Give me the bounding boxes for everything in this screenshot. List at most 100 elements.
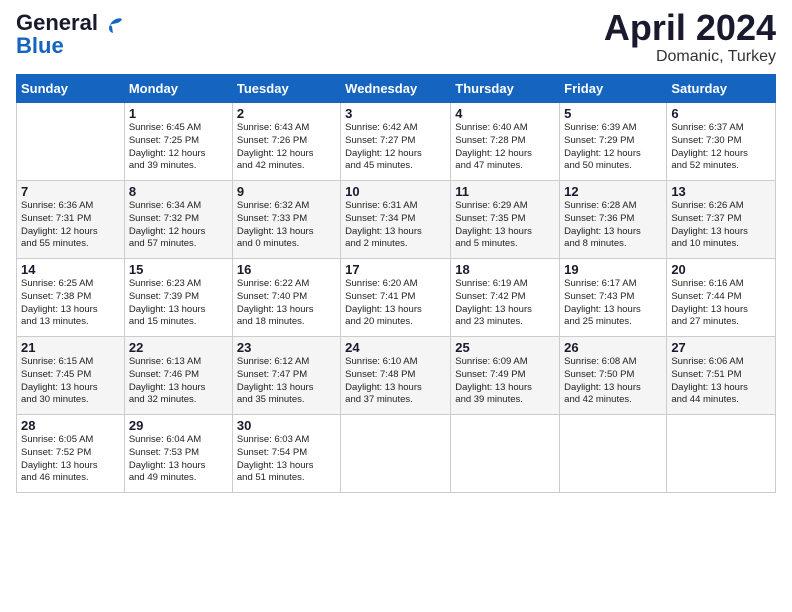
week-row-5: 28Sunrise: 6:05 AMSunset: 7:52 PMDayligh… xyxy=(17,415,776,493)
calendar-table: Sunday Monday Tuesday Wednesday Thursday… xyxy=(16,74,776,493)
calendar-cell: 25Sunrise: 6:09 AMSunset: 7:49 PMDayligh… xyxy=(451,337,560,415)
day-number: 18 xyxy=(455,262,555,277)
cell-line: and 42 minutes. xyxy=(237,160,336,173)
day-number: 27 xyxy=(671,340,771,355)
cell-line: and 49 minutes. xyxy=(129,472,228,485)
calendar-cell: 29Sunrise: 6:04 AMSunset: 7:53 PMDayligh… xyxy=(124,415,232,493)
day-number: 25 xyxy=(455,340,555,355)
cell-line: Daylight: 13 hours xyxy=(237,382,336,395)
cell-line: Daylight: 13 hours xyxy=(564,382,662,395)
day-number: 5 xyxy=(564,106,662,121)
day-number: 15 xyxy=(129,262,228,277)
cell-line: Daylight: 13 hours xyxy=(21,382,120,395)
cell-line: Sunrise: 6:08 AM xyxy=(564,356,662,369)
calendar-cell: 12Sunrise: 6:28 AMSunset: 7:36 PMDayligh… xyxy=(560,181,667,259)
cell-line: Sunrise: 6:31 AM xyxy=(345,200,446,213)
cell-line: Daylight: 13 hours xyxy=(129,382,228,395)
day-number: 17 xyxy=(345,262,446,277)
cell-line: Sunset: 7:46 PM xyxy=(129,369,228,382)
cell-line: Daylight: 13 hours xyxy=(671,304,771,317)
cell-line: Sunrise: 6:45 AM xyxy=(129,122,228,135)
calendar-cell: 16Sunrise: 6:22 AMSunset: 7:40 PMDayligh… xyxy=(232,259,340,337)
col-thursday: Thursday xyxy=(451,75,560,103)
cell-line: and 23 minutes. xyxy=(455,316,555,329)
cell-line: Sunset: 7:38 PM xyxy=(21,291,120,304)
cell-line: Sunrise: 6:28 AM xyxy=(564,200,662,213)
week-row-2: 7Sunrise: 6:36 AMSunset: 7:31 PMDaylight… xyxy=(17,181,776,259)
calendar-cell xyxy=(17,103,125,181)
day-number: 9 xyxy=(237,184,336,199)
month-title: April 2024 xyxy=(604,10,776,46)
day-number: 14 xyxy=(21,262,120,277)
calendar-body: 1Sunrise: 6:45 AMSunset: 7:25 PMDaylight… xyxy=(17,103,776,493)
cell-line: and 18 minutes. xyxy=(237,316,336,329)
calendar-cell: 22Sunrise: 6:13 AMSunset: 7:46 PMDayligh… xyxy=(124,337,232,415)
calendar-cell xyxy=(667,415,776,493)
cell-line: Sunset: 7:47 PM xyxy=(237,369,336,382)
cell-line: and 55 minutes. xyxy=(21,238,120,251)
cell-line: and 27 minutes. xyxy=(671,316,771,329)
calendar-cell: 13Sunrise: 6:26 AMSunset: 7:37 PMDayligh… xyxy=(667,181,776,259)
cell-line: Daylight: 13 hours xyxy=(237,226,336,239)
day-number: 24 xyxy=(345,340,446,355)
cell-line: Daylight: 12 hours xyxy=(455,148,555,161)
header-row: Sunday Monday Tuesday Wednesday Thursday… xyxy=(17,75,776,103)
cell-line: and 30 minutes. xyxy=(21,394,120,407)
cell-line: Sunset: 7:28 PM xyxy=(455,135,555,148)
cell-line: Daylight: 13 hours xyxy=(671,382,771,395)
calendar-cell xyxy=(341,415,451,493)
day-number: 8 xyxy=(129,184,228,199)
cell-line: and 47 minutes. xyxy=(455,160,555,173)
cell-line: Daylight: 12 hours xyxy=(21,226,120,239)
cell-line: Sunrise: 6:10 AM xyxy=(345,356,446,369)
day-number: 3 xyxy=(345,106,446,121)
cell-line: Daylight: 13 hours xyxy=(455,304,555,317)
calendar-cell: 26Sunrise: 6:08 AMSunset: 7:50 PMDayligh… xyxy=(560,337,667,415)
cell-line: Sunset: 7:34 PM xyxy=(345,213,446,226)
header: General Blue April 2024 Domanic, Turkey xyxy=(16,10,776,66)
cell-line: Daylight: 13 hours xyxy=(129,460,228,473)
cell-line: Daylight: 12 hours xyxy=(129,226,228,239)
cell-line: Daylight: 12 hours xyxy=(671,148,771,161)
week-row-1: 1Sunrise: 6:45 AMSunset: 7:25 PMDaylight… xyxy=(17,103,776,181)
cell-line: Sunset: 7:44 PM xyxy=(671,291,771,304)
calendar-cell: 15Sunrise: 6:23 AMSunset: 7:39 PMDayligh… xyxy=(124,259,232,337)
cell-line: Daylight: 12 hours xyxy=(237,148,336,161)
calendar-cell: 28Sunrise: 6:05 AMSunset: 7:52 PMDayligh… xyxy=(17,415,125,493)
cell-line: Sunrise: 6:37 AM xyxy=(671,122,771,135)
cell-line: and 5 minutes. xyxy=(455,238,555,251)
title-section: April 2024 Domanic, Turkey xyxy=(604,10,776,66)
cell-line: Daylight: 13 hours xyxy=(671,226,771,239)
cell-line: Sunrise: 6:43 AM xyxy=(237,122,336,135)
cell-line: Sunrise: 6:12 AM xyxy=(237,356,336,369)
week-row-3: 14Sunrise: 6:25 AMSunset: 7:38 PMDayligh… xyxy=(17,259,776,337)
day-number: 30 xyxy=(237,418,336,433)
calendar-cell: 14Sunrise: 6:25 AMSunset: 7:38 PMDayligh… xyxy=(17,259,125,337)
cell-line: Sunrise: 6:17 AM xyxy=(564,278,662,291)
cell-line: Sunrise: 6:13 AM xyxy=(129,356,228,369)
logo-general: General xyxy=(16,10,98,35)
cell-line: Sunset: 7:53 PM xyxy=(129,447,228,460)
cell-line: Daylight: 13 hours xyxy=(237,460,336,473)
cell-line: Sunrise: 6:22 AM xyxy=(237,278,336,291)
cell-line: Sunset: 7:36 PM xyxy=(564,213,662,226)
day-number: 23 xyxy=(237,340,336,355)
cell-line: and 39 minutes. xyxy=(455,394,555,407)
day-number: 20 xyxy=(671,262,771,277)
cell-line: Sunrise: 6:36 AM xyxy=(21,200,120,213)
calendar-cell: 23Sunrise: 6:12 AMSunset: 7:47 PMDayligh… xyxy=(232,337,340,415)
cell-line: and 2 minutes. xyxy=(345,238,446,251)
cell-line: Sunset: 7:54 PM xyxy=(237,447,336,460)
logo-blue: Blue xyxy=(16,33,64,59)
cell-line: Daylight: 13 hours xyxy=(345,226,446,239)
page: General Blue April 2024 Domanic, Turkey … xyxy=(0,0,792,503)
cell-line: Sunset: 7:31 PM xyxy=(21,213,120,226)
logo-bird-icon xyxy=(104,15,126,37)
cell-line: Daylight: 12 hours xyxy=(129,148,228,161)
calendar-cell: 8Sunrise: 6:34 AMSunset: 7:32 PMDaylight… xyxy=(124,181,232,259)
day-number: 6 xyxy=(671,106,771,121)
calendar-cell: 30Sunrise: 6:03 AMSunset: 7:54 PMDayligh… xyxy=(232,415,340,493)
cell-line: Sunrise: 6:32 AM xyxy=(237,200,336,213)
calendar-cell: 20Sunrise: 6:16 AMSunset: 7:44 PMDayligh… xyxy=(667,259,776,337)
cell-line: Sunset: 7:33 PM xyxy=(237,213,336,226)
